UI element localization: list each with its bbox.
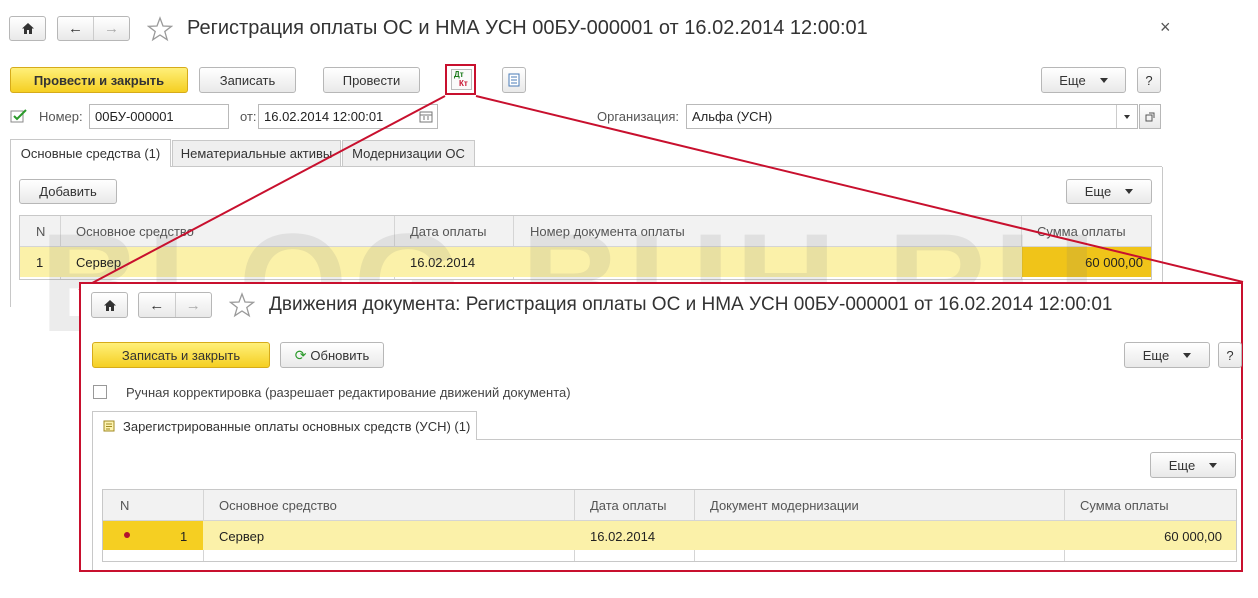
payments-table: N Основное средство Дата оплаты Документ… — [102, 489, 1237, 562]
callout-line-right — [475, 95, 1244, 283]
chevron-down-icon — [1183, 352, 1192, 358]
row-sum: 60 000,00 — [1164, 529, 1222, 544]
chevron-down-icon — [1209, 462, 1218, 468]
row-n: 1 — [180, 529, 188, 544]
col-asset[interactable]: Основное средство — [219, 498, 337, 513]
tab-registered-payments[interactable]: Зарегистрированные оплаты основных средс… — [92, 411, 477, 440]
n-cell — [103, 521, 203, 550]
row-date: 16.02.2014 — [590, 529, 656, 544]
manual-correction-checkbox[interactable] — [93, 385, 107, 399]
col-n[interactable]: N — [120, 498, 129, 513]
col-modernization-doc[interactable]: Документ модернизации — [710, 498, 859, 513]
tab-label: Зарегистрированные оплаты основных средс… — [123, 418, 471, 434]
col-payment-sum[interactable]: Сумма оплаты — [1080, 498, 1169, 513]
save-and-close-button[interactable]: Записать и закрыть — [92, 342, 270, 368]
refresh-icon: ⟳ — [294, 346, 307, 363]
back-arrow-icon[interactable]: ← — [139, 293, 175, 317]
table-row[interactable]: 1 Сервер 16.02.2014 60 000,00 — [103, 521, 1236, 550]
more-label: Еще — [1168, 457, 1196, 473]
popup-help-button[interactable]: ? — [1218, 342, 1242, 368]
record-marker-icon — [124, 532, 130, 538]
row-asset: Сервер — [219, 529, 265, 544]
more-label: Еще — [1142, 347, 1170, 363]
col-payment-date[interactable]: Дата оплаты — [590, 498, 667, 513]
callout-line-left — [78, 95, 446, 291]
popup-title: Движения документа: Регистрация оплаты О… — [269, 294, 1113, 315]
popup-nav-arrows: ← → — [138, 292, 212, 318]
popup-more-button[interactable]: Еще — [1124, 342, 1210, 368]
refresh-label: Обновить — [310, 347, 370, 363]
register-icon — [103, 420, 115, 432]
popup-table-more-button[interactable]: Еще — [1150, 452, 1236, 478]
home-icon — [103, 299, 116, 311]
favorite-star-icon[interactable] — [228, 292, 256, 318]
forward-arrow-icon[interactable]: → — [174, 293, 212, 317]
movements-popup: ← → Движения документа: Регистрация опла… — [79, 282, 1243, 572]
popup-home-button[interactable] — [91, 292, 128, 318]
manual-correction-label: Ручная корректировка (разрешает редактир… — [126, 385, 571, 400]
refresh-button[interactable]: ⟳ Обновить — [280, 342, 384, 368]
